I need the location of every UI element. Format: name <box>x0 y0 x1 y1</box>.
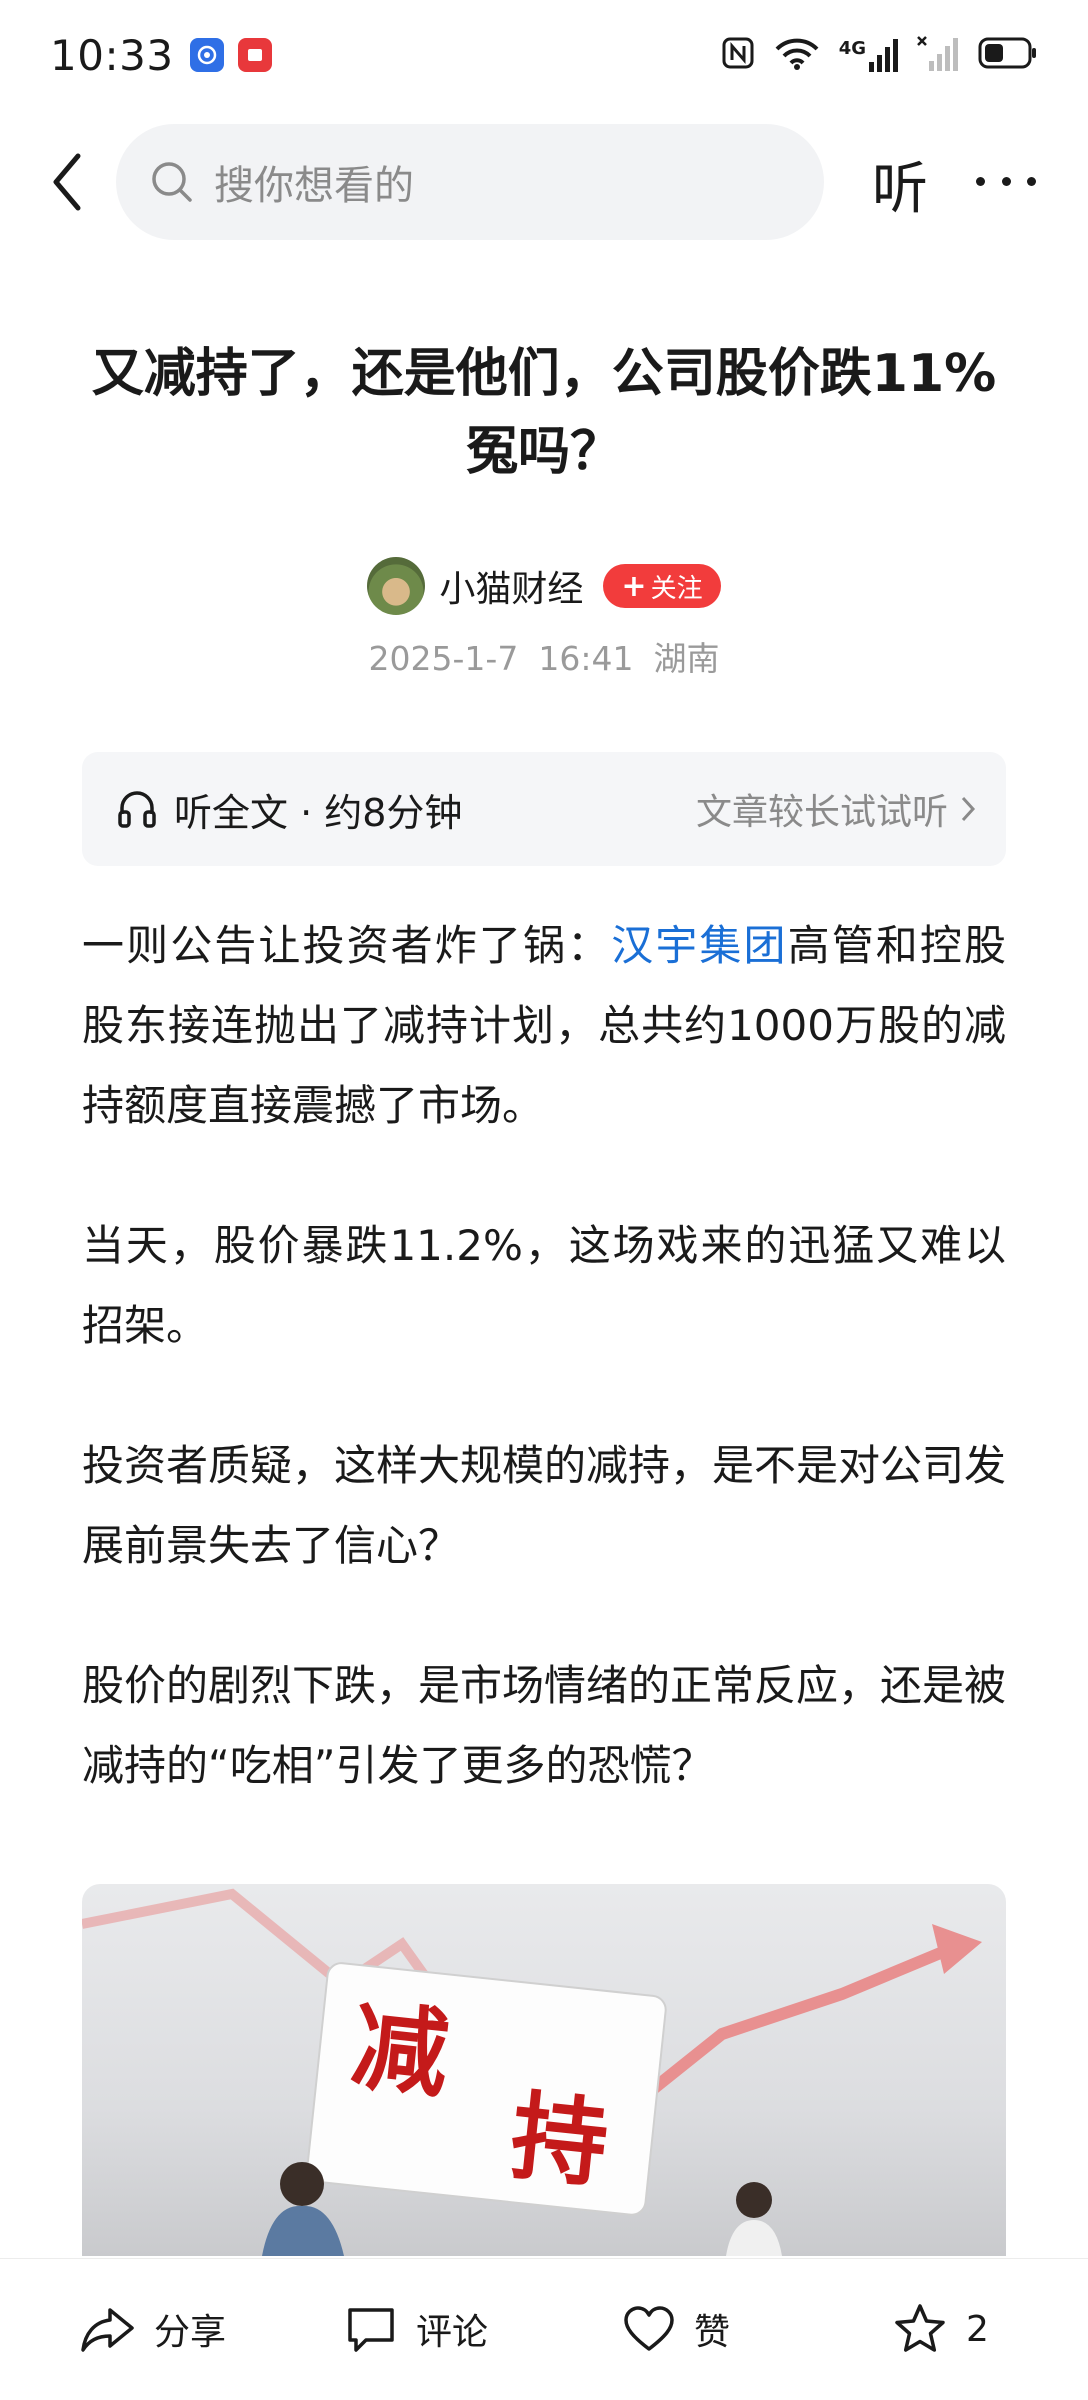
bottom-action-bar: 分享 评论 赞 2 <box>0 2258 1088 2400</box>
publish-date: 2025-1-7 <box>368 639 519 678</box>
search-input[interactable]: 搜你想看的 <box>116 124 824 240</box>
headphones-icon <box>118 791 156 828</box>
heart-icon <box>624 2306 674 2351</box>
network-type: 4G <box>838 38 866 59</box>
top-nav: 搜你想看的 听 <box>0 122 1088 242</box>
more-options-button[interactable] <box>976 156 1036 206</box>
image-text-1: 减 <box>347 1990 454 2111</box>
favorite-button[interactable]: 2 <box>892 2299 989 2359</box>
article-meta: 2025-1-7 16:41 湖南 <box>0 632 1088 680</box>
status-bar: 10:33 4G <box>0 0 1088 110</box>
favorite-count: 2 <box>966 2308 989 2350</box>
signal-4g-icon: 4G <box>839 38 898 72</box>
reduction-chart-image: 减 持 <box>82 1888 982 2256</box>
wifi-icon <box>773 35 821 75</box>
listen-bar-hint-text: 文章较长试试听 <box>695 792 948 833</box>
share-icon <box>81 2308 134 2352</box>
author-avatar[interactable] <box>367 557 426 615</box>
follow-label: 关注 <box>650 573 703 604</box>
like-label: 赞 <box>694 2312 731 2353</box>
chevron-right-icon <box>961 796 976 822</box>
article-image[interactable]: 减 持 <box>82 1884 1006 2256</box>
listen-bar-label: 听全文 · 约8分钟 <box>174 790 463 835</box>
comment-button[interactable]: 评论 <box>344 2299 488 2359</box>
news-notification-icon <box>237 38 272 72</box>
author-row: 小猫财经 + 关注 <box>0 556 1088 616</box>
star-icon <box>895 2304 945 2352</box>
follow-button[interactable]: + 关注 <box>603 564 721 608</box>
app-notification-icon <box>189 38 224 72</box>
signal-no-sim-icon <box>916 35 960 75</box>
battery-icon <box>978 36 1038 74</box>
chevron-left-icon <box>53 153 81 211</box>
para1-text-start: 一则公告让投资者炸了锅： <box>82 921 612 970</box>
more-dot-icon <box>1027 176 1036 186</box>
publish-location: 湖南 <box>653 639 720 678</box>
share-label: 分享 <box>154 2312 227 2353</box>
article-title: 又减持了，还是他们，公司股价跌11%冤吗？ <box>91 344 997 482</box>
status-time: 10:33 <box>50 30 174 80</box>
image-text-2: 持 <box>506 2080 613 2201</box>
share-button[interactable]: 分享 <box>80 2299 226 2359</box>
article-paragraph: 投资者质疑，这样大规模的减持，是不是对公司发展前景失去了信心？ <box>82 1441 1007 1570</box>
company-link[interactable]: 汉宇集团 <box>611 921 787 970</box>
article-paragraph: 一则公告让投资者炸了锅：汉宇集团高管和控股股东接连抛出了减持计划，总共约1000… <box>82 906 1006 1146</box>
more-dot-icon <box>976 176 985 186</box>
author-name[interactable]: 小猫财经 <box>439 560 583 612</box>
like-button[interactable]: 赞 <box>622 2299 730 2359</box>
publish-time: 16:41 <box>538 639 634 678</box>
article-body: 一则公告让投资者炸了锅：汉宇集团高管和控股股东接连抛出了减持计划，总共约1000… <box>82 906 1006 1866</box>
listen-full-text-bar[interactable]: 听全文 · 约8分钟 文章较长试试听 <box>82 752 1006 866</box>
more-dot-icon <box>1001 176 1011 186</box>
listen-button[interactable]: 听 <box>872 144 928 225</box>
back-button[interactable] <box>42 148 92 216</box>
search-icon <box>152 162 192 202</box>
search-placeholder: 搜你想看的 <box>214 163 414 209</box>
comment-icon <box>348 2308 394 2352</box>
listen-bar-hint[interactable]: 文章较长试试听 <box>696 783 976 835</box>
plus-icon: + <box>621 568 647 604</box>
article-paragraph: 当天，股价暴跌11.2%，这场戏来的迅猛又难以招架。 <box>82 1221 1006 1350</box>
article-paragraph: 股价的剧烈下跌，是市场情绪的正常反应，还是被减持的“吃相”引发了更多的恐慌？ <box>82 1661 1007 1790</box>
nfc-icon <box>721 36 755 74</box>
comment-label: 评论 <box>416 2312 489 2353</box>
